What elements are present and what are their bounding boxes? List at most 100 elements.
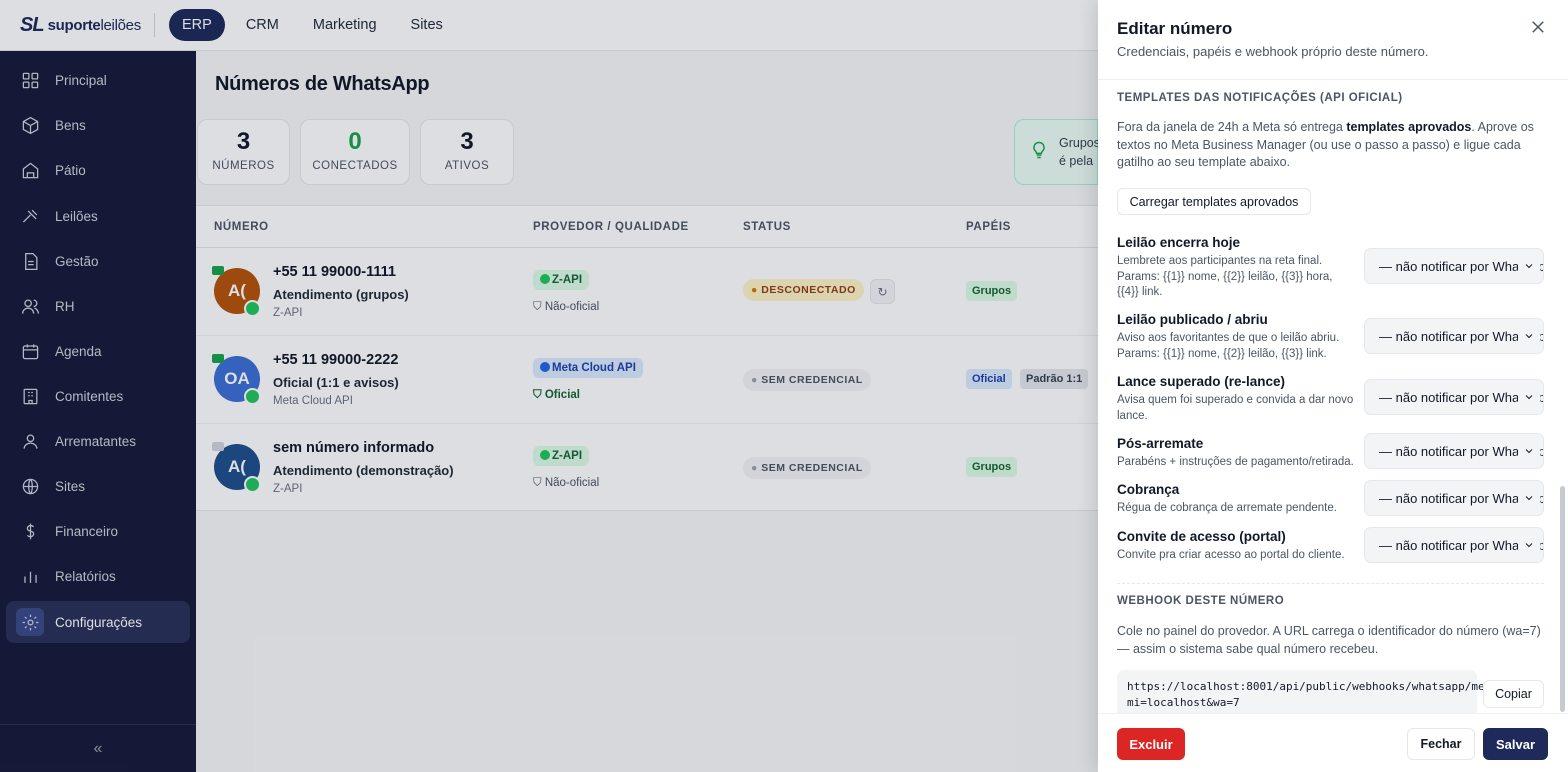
copy-button[interactable]: Copiar <box>1483 680 1544 708</box>
number-label: Atendimento (grupos) <box>273 287 409 302</box>
table-row[interactable]: A( sem número informado Atendimento (dem… <box>196 424 1098 512</box>
brazil-flag-icon <box>212 354 224 363</box>
green-dot-icon <box>540 450 550 460</box>
close-icon[interactable] <box>1529 18 1549 38</box>
role-badge: Grupos <box>966 281 1018 301</box>
quality-label: ⛉ Não-oficial <box>533 477 600 489</box>
panel-footer: Excluir Fechar Salvar <box>1098 713 1568 772</box>
whatsapp-icon <box>244 476 261 493</box>
green-dot-icon <box>540 274 550 284</box>
role-badge: Grupos <box>966 457 1018 477</box>
calendar-icon <box>20 341 40 361</box>
sidebar-item-gestao[interactable]: Gestão <box>6 240 190 282</box>
sidebar-item-financeiro[interactable]: Financeiro <box>6 510 190 552</box>
sidebar-item-arrematantes[interactable]: Arrematantes <box>6 420 190 462</box>
sidebar-item-label: Sites <box>55 478 86 494</box>
building-icon <box>20 386 40 406</box>
sidebar-item-bens[interactable]: Bens <box>6 104 190 146</box>
stat-card-numeros: 3 NÚMEROS <box>197 119 290 185</box>
sidebar-item-patio[interactable]: Pátio <box>6 149 190 191</box>
templates-description: Fora da janela de 24h a Meta só entrega … <box>1117 120 1534 169</box>
shield-icon: ⛉ <box>533 477 545 489</box>
provider-sub: Z-API <box>273 307 303 319</box>
column-header[interactable]: PAPÉIS <box>966 221 1011 233</box>
sidebar-item-comitentes[interactable]: Comitentes <box>6 375 190 417</box>
load-templates-button[interactable]: Carregar templates aprovados <box>1117 188 1311 215</box>
collapse-sidebar-button[interactable]: « <box>0 724 196 772</box>
lightbulb-icon <box>1029 140 1049 165</box>
stat-label: CONECTADOS <box>312 160 398 172</box>
sidebar-item-label: Gestão <box>55 253 99 269</box>
quality-label: ⛉ Não-oficial <box>533 301 600 313</box>
section-divider <box>1117 583 1544 584</box>
sidebar-item-configuracoes[interactable]: Configurações <box>6 601 190 643</box>
template-select[interactable]: — não notificar por WhatsApp <box>1364 527 1544 563</box>
number-label: Oficial (1:1 e avisos) <box>273 375 399 390</box>
sidebar-item-sites[interactable]: Sites <box>6 465 190 507</box>
tip-text: Grupos é pela <box>1059 136 1100 168</box>
section-title-webhook: WEBHOOK DESTE NÚMERO <box>1117 595 1285 607</box>
column-header[interactable]: NÚMERO <box>214 221 269 233</box>
phone-number: +55 11 99000-2222 <box>273 352 399 368</box>
webhook-description: Cole no painel do provedor. A URL carreg… <box>1117 624 1541 656</box>
status-badge: ● DESCONECTADO <box>743 279 864 301</box>
panel-subtitle: Credenciais, papéis e webhook próprio de… <box>1117 44 1429 59</box>
notification-desc: Parabéns + instruções de pagamento/retir… <box>1117 456 1354 468</box>
delete-button[interactable]: Excluir <box>1117 728 1185 760</box>
sidebar-item-label: Relatórios <box>55 568 116 584</box>
provider-badge: Meta Cloud API <box>533 358 643 378</box>
panel-scrollbar[interactable] <box>1560 486 1565 712</box>
template-select[interactable]: — não notificar por WhatsApp <box>1364 379 1544 415</box>
tab-erp[interactable]: ERP <box>169 9 225 41</box>
user-icon <box>20 431 40 451</box>
panel-title: Editar número <box>1117 19 1233 38</box>
table-row[interactable]: OA +55 11 99000-2222 Oficial (1:1 e avis… <box>196 336 1098 424</box>
stat-label: ATIVOS <box>444 160 490 172</box>
template-select[interactable]: — não notificar por WhatsApp <box>1364 248 1544 284</box>
users-icon <box>20 296 40 316</box>
tab-marketing[interactable]: Marketing <box>300 9 390 41</box>
phone-number: sem número informado <box>273 440 435 456</box>
chevron-down-icon <box>1518 481 1540 515</box>
sidebar-item-principal[interactable]: Principal <box>6 59 190 101</box>
tab-crm[interactable]: CRM <box>233 9 292 41</box>
grid-icon <box>20 70 40 90</box>
status-dot-icon: ● <box>751 284 762 296</box>
column-header[interactable]: PROVEDOR / QUALIDADE <box>533 221 689 233</box>
sidebar-item-label: Comitentes <box>55 388 124 404</box>
stat-value: 3 <box>460 128 474 155</box>
column-header[interactable]: STATUS <box>743 221 791 233</box>
sidebar-item-rh[interactable]: RH <box>6 285 190 327</box>
close-button[interactable]: Fechar <box>1407 728 1475 760</box>
status-badge: ● SEM CREDENCIAL <box>743 457 871 479</box>
notification-desc: Régua de cobrança de arremate pendente. <box>1117 502 1337 514</box>
dollar-icon <box>20 521 40 541</box>
phone-number: +55 11 99000-1111 <box>273 264 396 280</box>
logo-mark: SL <box>20 13 45 36</box>
brand-logo[interactable]: SL suporteleilões <box>20 14 150 37</box>
sidebar-item-agenda[interactable]: Agenda <box>6 330 190 372</box>
sidebar-item-leiloes[interactable]: Leilões <box>6 195 190 237</box>
sidebar-item-label: Arrematantes <box>55 433 137 449</box>
template-select[interactable]: — não notificar por WhatsApp <box>1364 480 1544 516</box>
template-select[interactable]: — não notificar por WhatsApp <box>1364 318 1544 354</box>
document-icon <box>20 251 40 271</box>
refresh-icon[interactable]: ↻ <box>870 279 895 304</box>
table-row[interactable]: A( +55 11 99000-1111 Atendimento (grupos… <box>196 248 1098 336</box>
sidebar-item-relatorios[interactable]: Relatórios <box>6 555 190 597</box>
chevron-down-icon <box>1518 249 1540 283</box>
sidebar-item-label: Principal <box>55 72 107 88</box>
template-select[interactable]: — não notificar por WhatsApp <box>1364 433 1544 469</box>
webhook-url[interactable]: https://localhost:8001/api/public/webhoo… <box>1117 670 1505 713</box>
provider-sub: Z-API <box>273 483 303 495</box>
tab-sites[interactable]: Sites <box>398 9 456 41</box>
chevron-down-icon <box>1518 528 1540 562</box>
table-header: NÚMERO PROVEDOR / QUALIDADE STATUS PAPÉI… <box>196 206 1098 248</box>
save-button[interactable]: Salvar <box>1483 728 1548 760</box>
sidebar: Principal Bens Pátio Leilões Gestão RH A… <box>0 51 196 772</box>
provider-badge: Z-API <box>533 446 590 466</box>
stat-value: 0 <box>348 128 362 155</box>
top-nav: ERP CRM Marketing Sites <box>169 9 456 41</box>
chevron-down-icon <box>1518 434 1540 468</box>
stat-card-ativos: 3 ATIVOS <box>420 119 514 185</box>
